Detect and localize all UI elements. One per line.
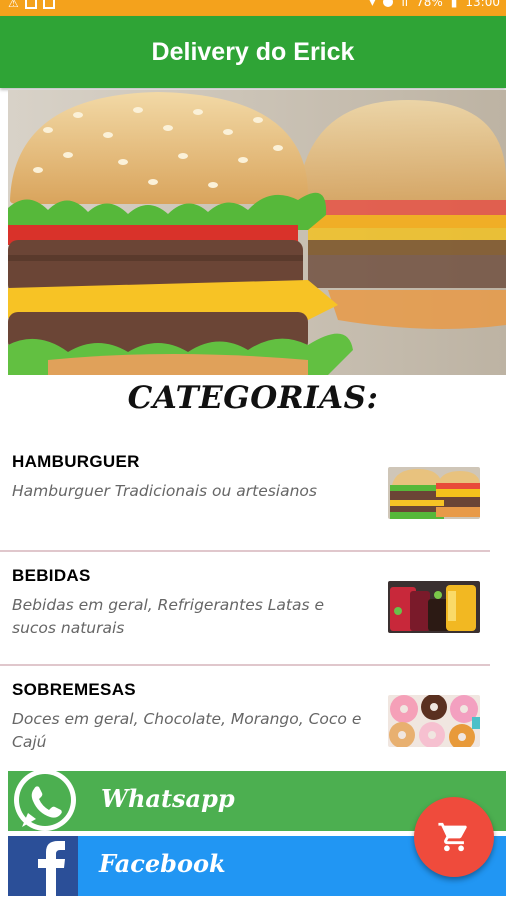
whatsapp-icon xyxy=(8,769,82,833)
category-item-hamburguer[interactable]: HAMBURGUER Hamburguer Tradicionais ou ar… xyxy=(0,438,506,552)
signal-icon: ıl xyxy=(401,0,409,9)
burger-illustration xyxy=(8,90,506,375)
hero-burger-image xyxy=(8,90,506,375)
app-bar: Delivery do Erick xyxy=(0,16,506,88)
facebook-label: Facebook xyxy=(99,849,226,878)
status-bar: ⚠ ▾ ıl 78% ▮ 13:00 xyxy=(0,0,506,16)
notification-icon: ⚠ xyxy=(8,0,19,10)
category-title: HAMBURGUER xyxy=(12,452,140,471)
clock: 13:00 xyxy=(465,0,500,9)
app-title: Delivery do Erick xyxy=(151,37,355,66)
category-description: Hamburguer Tradicionais ou artesianos xyxy=(12,482,317,500)
drinks-thumbnail xyxy=(388,581,480,633)
battery-percent: 78% xyxy=(416,0,443,9)
category-title: SOBREMESAS xyxy=(12,680,136,699)
location-icon: ▾ xyxy=(369,0,376,9)
category-list: HAMBURGUER Hamburguer Tradicionais ou ar… xyxy=(0,438,506,780)
status-system: ▾ ıl 78% ▮ 13:00 xyxy=(369,0,500,9)
cart-fab-button[interactable] xyxy=(414,797,494,877)
square-notification-icon xyxy=(24,0,37,9)
facebook-icon xyxy=(8,836,78,896)
category-item-sobremesas[interactable]: SOBREMESAS Doces em geral, Chocolate, Mo… xyxy=(0,666,506,780)
burger-thumbnail xyxy=(388,467,480,519)
categories-heading: CATEGORIAS: xyxy=(127,380,379,416)
sync-icon xyxy=(383,0,394,7)
donuts-thumbnail xyxy=(388,695,480,747)
category-description: Bebidas em geral, Refrigerantes Latas e … xyxy=(12,596,324,637)
status-notifications: ⚠ xyxy=(8,0,55,10)
battery-icon: ▮ xyxy=(450,0,458,9)
whatsapp-label: Whatsapp xyxy=(101,784,235,813)
category-description: Doces em geral, Chocolate, Morango, Coco… xyxy=(12,710,362,751)
cart-icon xyxy=(438,822,467,852)
category-title: BEBIDAS xyxy=(12,566,91,585)
category-item-bebidas[interactable]: BEBIDAS Bebidas em geral, Refrigerantes … xyxy=(0,552,506,666)
gallery-notification-icon xyxy=(42,0,55,9)
